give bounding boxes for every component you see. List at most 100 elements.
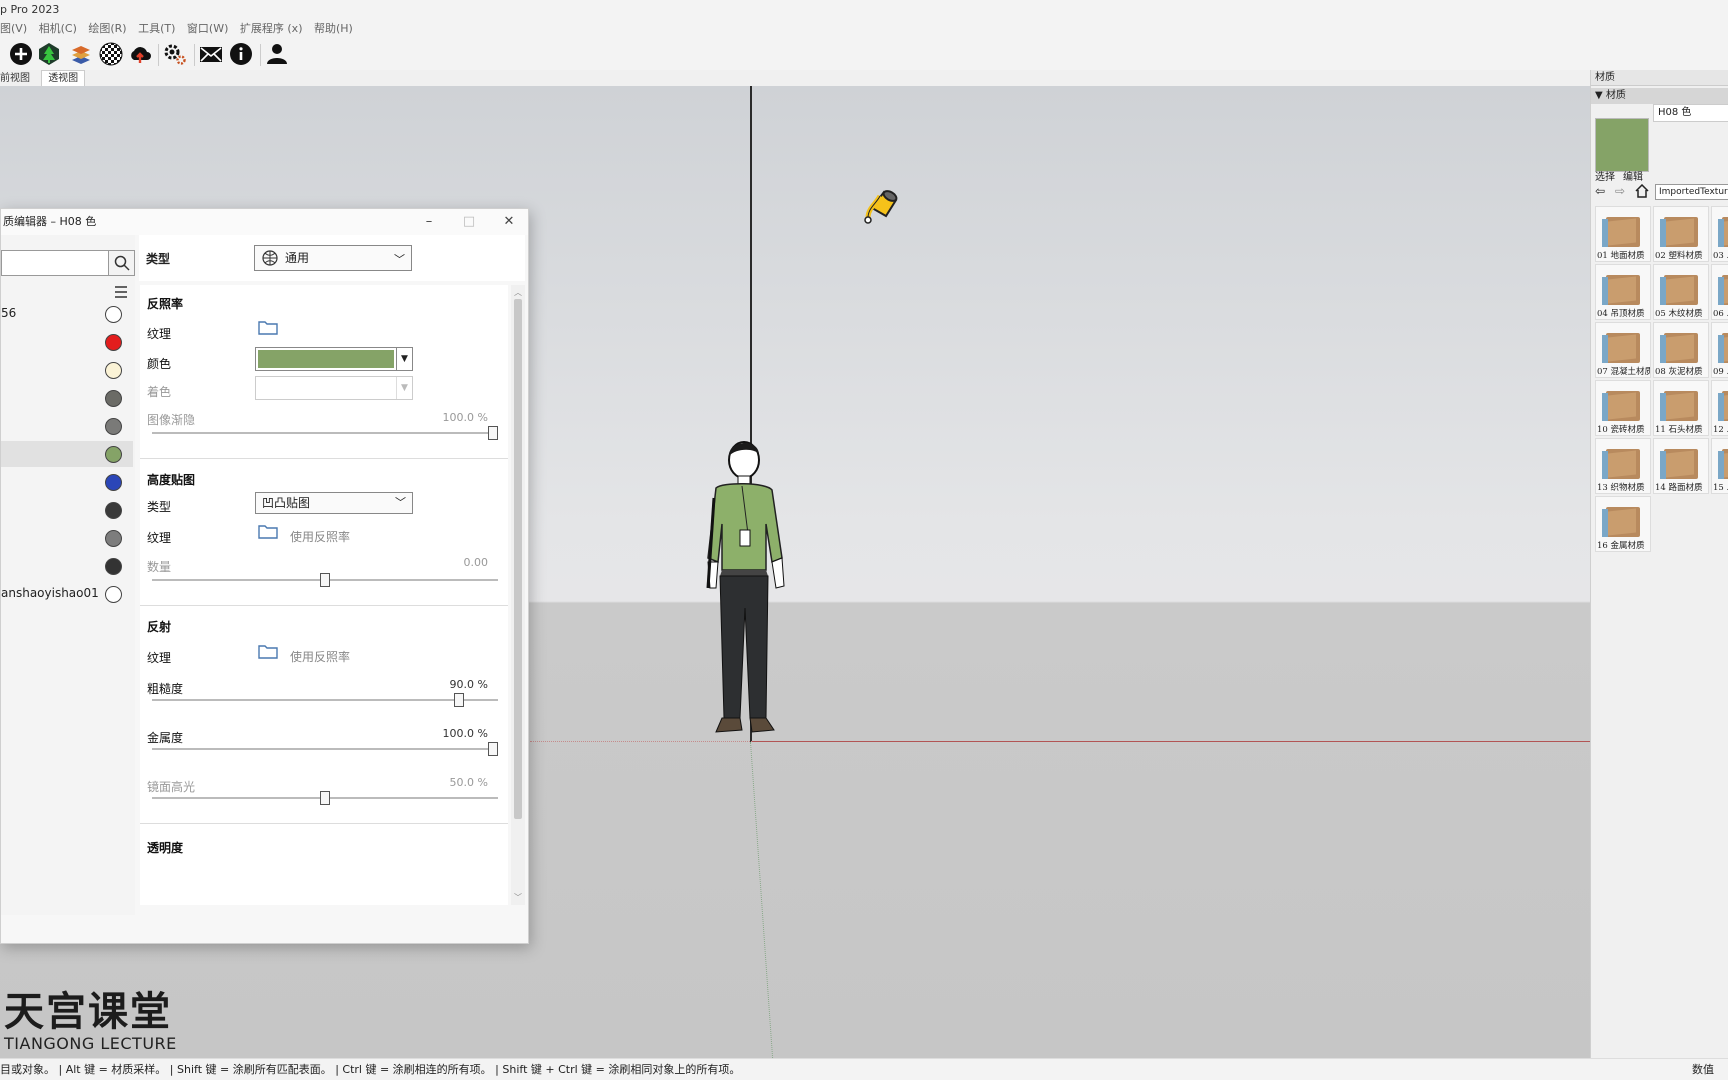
back-arrow-icon[interactable]: ⇦ <box>1595 184 1605 198</box>
scrollbar-thumb[interactable] <box>514 299 522 819</box>
tint-picker[interactable]: ▼ <box>255 376 413 400</box>
specular-slider-thumb[interactable] <box>320 791 330 805</box>
properties-scroll[interactable]: 反照率 纹理 颜色 ▼ 着色 ▼ 图像渐隐 100.0 % 高度贴图 类型 凹凸… <box>140 285 508 905</box>
amount-label: 数量 <box>147 560 172 574</box>
amount-value: 0.00 <box>463 556 489 569</box>
material-folder-thumb[interactable]: 05 木纹材质 <box>1653 264 1709 320</box>
material-folder-label: 10 瓷砖材质 <box>1597 425 1645 435</box>
material-list-item[interactable] <box>1 385 133 411</box>
material-folder-thumb[interactable]: 13 织物材质 <box>1595 438 1651 494</box>
gears-icon[interactable] <box>162 41 188 67</box>
menu-extensions[interactable]: 扩展程序 (x) <box>240 20 303 38</box>
metallic-slider[interactable] <box>152 742 498 756</box>
material-list-item[interactable]: 56 <box>1 301 133 327</box>
folder-icon[interactable] <box>258 319 278 335</box>
material-folder-thumb[interactable]: 04 吊顶材质 <box>1595 264 1651 320</box>
checker-icon[interactable] <box>98 41 124 67</box>
hamburger-menu-icon[interactable] <box>113 285 129 299</box>
material-folder-thumb[interactable]: 08 灰泥材质 <box>1653 322 1709 378</box>
status-text: 目或对象。 | Alt 键 = 材质采样。 | Shift 键 = 涂刷所有匹配… <box>0 1063 741 1076</box>
material-list-item[interactable] <box>1 441 133 467</box>
tab-select[interactable]: 选择 <box>1595 168 1615 183</box>
material-list-item[interactable] <box>1 413 133 439</box>
material-folder-thumb[interactable]: 15 ... <box>1711 438 1728 494</box>
roughness-label: 粗糙度 <box>147 682 184 696</box>
folder-icon[interactable] <box>258 523 278 539</box>
material-folder-thumb[interactable]: 07 混凝土材质 <box>1595 322 1651 378</box>
material-folder-thumb[interactable]: 03 ... <box>1711 206 1728 262</box>
material-list-item[interactable] <box>1 525 133 551</box>
menu-camera[interactable]: 相机(C) <box>39 20 77 38</box>
material-list-item[interactable] <box>1 497 133 523</box>
tab-front-view[interactable]: 前视图 <box>0 71 38 87</box>
search-button[interactable] <box>108 250 135 276</box>
cloud-upload-icon[interactable] <box>127 41 153 67</box>
material-folder-thumb[interactable]: 10 瓷砖材质 <box>1595 380 1651 436</box>
material-list-item[interactable] <box>1 329 133 355</box>
tray-section-header[interactable]: ▼ 材质 <box>1591 88 1728 104</box>
menu-draw[interactable]: 绘图(R) <box>88 20 126 38</box>
material-folder-thumb[interactable]: 16 金属材质 <box>1595 496 1651 552</box>
metallic-slider-thumb[interactable] <box>488 742 498 756</box>
material-folder-label: 02 塑料材质 <box>1655 251 1703 261</box>
roughness-slider[interactable] <box>152 693 498 707</box>
material-folder-thumb[interactable]: 06 ... <box>1711 264 1728 320</box>
user-icon[interactable] <box>264 41 290 67</box>
tree-icon[interactable] <box>36 41 62 67</box>
layers-icon[interactable] <box>68 41 94 67</box>
material-folder-thumb[interactable]: 14 路面材质 <box>1653 438 1709 494</box>
menu-window[interactable]: 窗口(W) <box>187 20 228 38</box>
amount-slider[interactable] <box>152 573 498 587</box>
material-folder-thumb[interactable]: 01 地面材质 <box>1595 206 1651 262</box>
folder-icon[interactable] <box>258 643 278 659</box>
albedo-color-label: 颜色 <box>147 357 172 371</box>
specular-slider[interactable] <box>152 791 498 805</box>
fade-slider-thumb[interactable] <box>488 426 498 440</box>
material-list-item[interactable] <box>1 357 133 383</box>
use-albedo-link[interactable]: 使用反照率 <box>290 528 350 545</box>
scroll-down-icon[interactable]: ﹀ <box>514 892 522 903</box>
type-dropdown[interactable]: 通用 ﹀ <box>254 245 412 271</box>
watermark-cn: 天宫课堂 <box>4 989 172 1035</box>
height-type-dropdown[interactable]: 凹凸贴图 ﹀ <box>255 492 413 514</box>
maximize-button[interactable]: □ <box>454 209 484 235</box>
search-input[interactable] <box>1 250 109 276</box>
material-color-dot <box>105 446 122 463</box>
library-dropdown[interactable]: ImportedTextures <box>1655 184 1728 200</box>
tab-edit[interactable]: 编辑 <box>1623 168 1643 183</box>
material-name-field[interactable]: H08 色 <box>1653 104 1728 122</box>
material-list-item[interactable] <box>1 553 133 579</box>
color-picker[interactable]: ▼ <box>255 347 413 371</box>
minimize-button[interactable]: – <box>414 209 444 235</box>
material-folder-thumb[interactable]: 09 ... <box>1711 322 1728 378</box>
roughness-slider-thumb[interactable] <box>454 693 465 707</box>
menu-help[interactable]: 帮助(H) <box>314 20 353 38</box>
close-button[interactable]: ✕ <box>494 209 524 235</box>
menu-tools[interactable]: 工具(T) <box>138 20 175 38</box>
add-icon[interactable] <box>8 41 34 67</box>
materials-tray: 材质 ▼ 材质 H08 色 选择 编辑 ⇦ ⇨ ImportedTextures… <box>1590 70 1728 1058</box>
material-folder-thumb[interactable]: 12 ... <box>1711 380 1728 436</box>
scene-tabs: 前视图 透视图 <box>0 70 1590 87</box>
folder-icon <box>1660 217 1698 247</box>
amount-slider-thumb[interactable] <box>320 573 330 587</box>
scroll-up-icon[interactable]: ︿ <box>514 287 522 298</box>
chevron-down-icon: ﹀ <box>395 496 406 509</box>
info-icon[interactable] <box>228 41 254 67</box>
mail-icon[interactable] <box>198 41 224 67</box>
material-folder-thumb[interactable]: 11 石头材质 <box>1653 380 1709 436</box>
forward-arrow-icon[interactable]: ⇨ <box>1615 184 1625 198</box>
scrollbar[interactable]: ︿ ﹀ <box>511 285 525 905</box>
divider <box>140 458 508 459</box>
material-list-item[interactable]: anshaoyishao01 <box>1 581 133 607</box>
tab-perspective[interactable]: 透视图 <box>41 70 86 87</box>
home-icon[interactable] <box>1635 183 1649 198</box>
person-figure[interactable] <box>696 438 796 742</box>
chevron-down-icon: ▼ <box>396 377 412 399</box>
material-list-pane: 56 anshaoyishao01 <box>1 235 135 915</box>
use-albedo-link[interactable]: 使用反照率 <box>290 648 350 665</box>
material-list-item[interactable] <box>1 469 133 495</box>
fade-slider[interactable] <box>152 426 498 440</box>
material-folder-thumb[interactable]: 02 塑料材质 <box>1653 206 1709 262</box>
menu-view[interactable]: 图(V) <box>0 20 27 38</box>
